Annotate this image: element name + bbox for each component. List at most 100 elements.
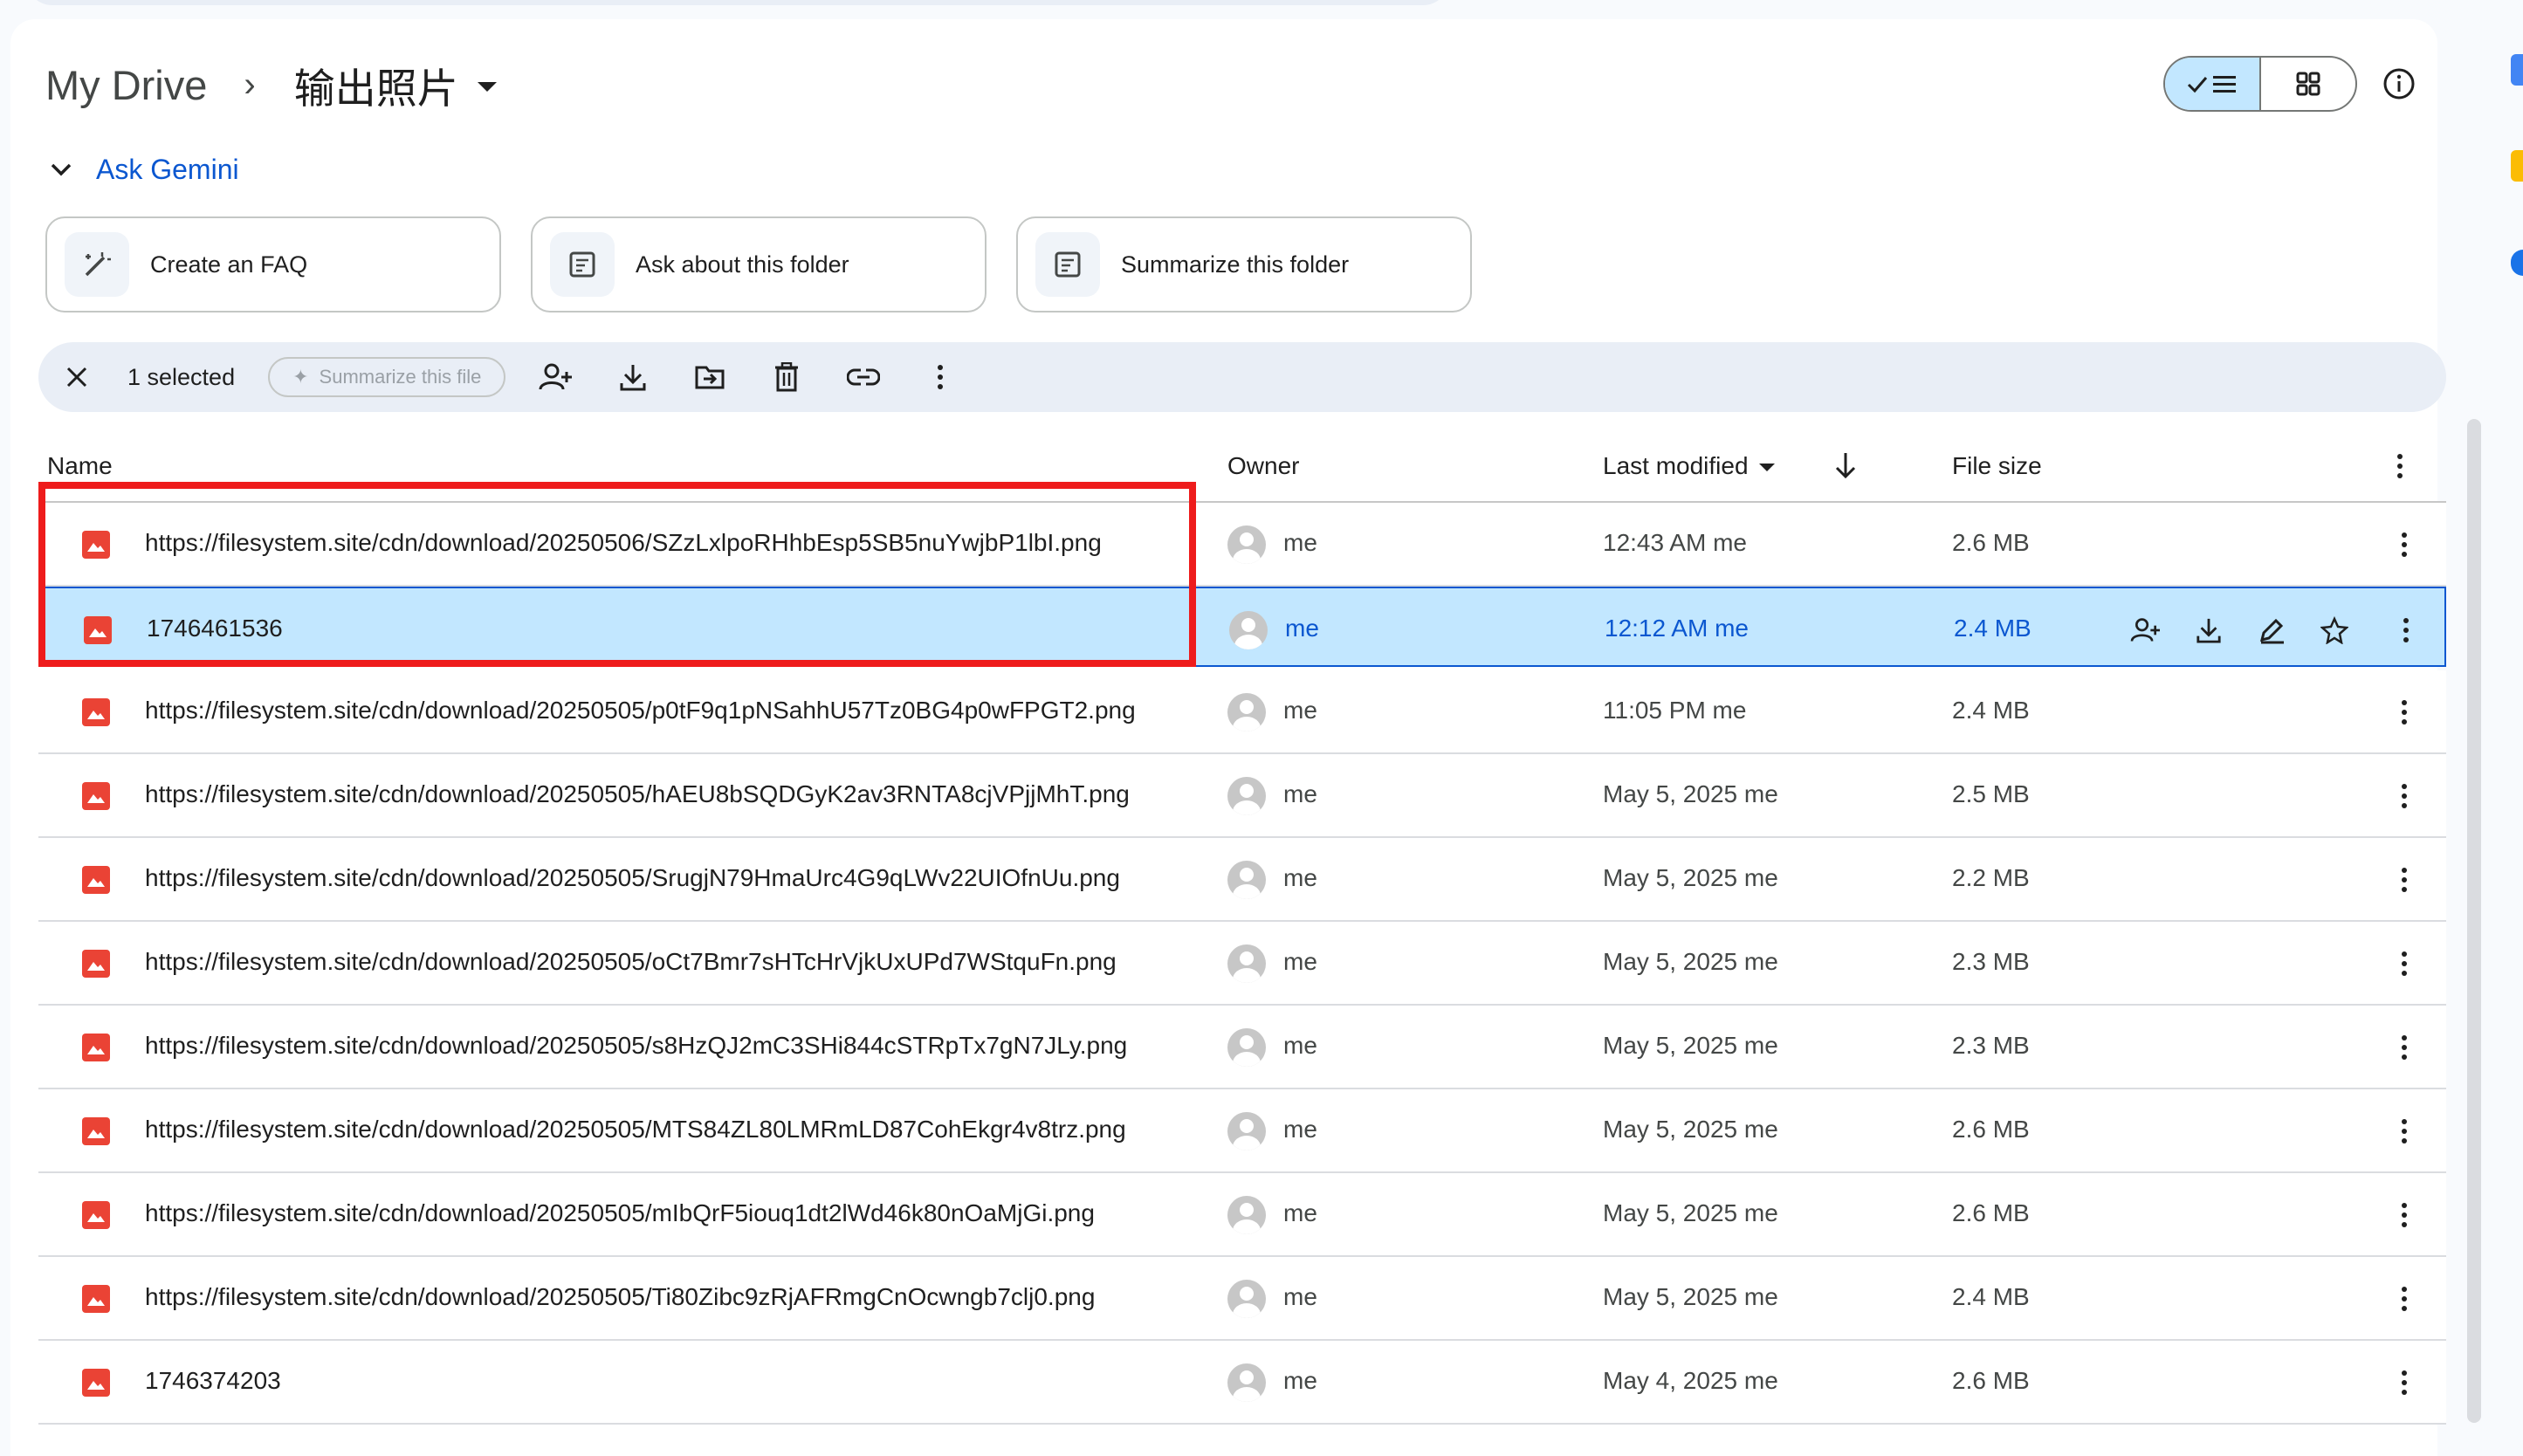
file-owner: me xyxy=(1283,1367,1317,1394)
share-icon xyxy=(539,363,573,390)
column-header-size[interactable]: File size xyxy=(1952,452,2042,480)
table-row[interactable]: https://filesystem.site/cdn/download/202… xyxy=(38,1257,2446,1341)
summarize-file-label: Summarize this file xyxy=(319,366,482,388)
share-icon[interactable] xyxy=(2127,611,2165,649)
file-size: 2.4 MB xyxy=(1952,697,2030,724)
clear-selection-button[interactable] xyxy=(59,360,94,395)
owner-avatar-icon xyxy=(1227,777,1266,815)
copy-link-button[interactable] xyxy=(844,358,883,396)
more-vert-icon xyxy=(938,365,944,389)
create-faq-chip[interactable]: Create an FAQ xyxy=(45,216,501,312)
owner-avatar-icon xyxy=(1227,525,1266,564)
image-file-icon xyxy=(82,1201,110,1229)
breadcrumb-current-folder[interactable]: 输出照片 xyxy=(294,55,458,115)
column-header-modified[interactable]: Last modified xyxy=(1603,452,1775,480)
owner-avatar-icon xyxy=(1227,1028,1266,1067)
list-view-button[interactable] xyxy=(2165,58,2261,110)
more-vert-icon[interactable] xyxy=(2387,527,2422,562)
delete-button[interactable] xyxy=(767,358,806,396)
table-row[interactable]: https://filesystem.site/cdn/download/202… xyxy=(38,754,2446,838)
chevron-down-icon xyxy=(51,163,72,175)
breadcrumb: My Drive › 输出照片 xyxy=(45,56,497,113)
chip-label: Ask about this folder xyxy=(636,251,849,278)
file-name[interactable]: 1746461536 xyxy=(147,615,283,642)
file-name[interactable]: https://filesystem.site/cdn/download/202… xyxy=(145,697,1136,725)
file-size: 2.6 MB xyxy=(1952,529,2030,556)
folder-menu-caret-icon[interactable] xyxy=(477,81,497,92)
ask-gemini-toggle[interactable]: Ask Gemini xyxy=(49,154,239,186)
file-owner: me xyxy=(1285,615,1319,642)
tasks-app-icon[interactable] xyxy=(2511,250,2523,276)
sort-direction-button[interactable] xyxy=(1833,450,1858,484)
file-owner: me xyxy=(1283,948,1317,975)
file-size: 2.5 MB xyxy=(1952,780,2030,807)
star-icon[interactable] xyxy=(2315,611,2354,649)
download-icon[interactable] xyxy=(2190,611,2228,649)
share-button[interactable] xyxy=(537,358,575,396)
more-vert-icon[interactable] xyxy=(2389,613,2423,648)
arrow-down-icon xyxy=(1835,453,1856,479)
table-row[interactable]: https://filesystem.site/cdn/download/202… xyxy=(38,1006,2446,1089)
move-button[interactable] xyxy=(691,358,729,396)
image-file-icon xyxy=(82,1117,110,1145)
chip-label: Summarize this folder xyxy=(1121,251,1350,278)
file-name[interactable]: https://filesystem.site/cdn/download/202… xyxy=(145,1116,1126,1144)
file-list: https://filesystem.site/cdn/download/202… xyxy=(38,503,2446,1425)
breadcrumb-my-drive[interactable]: My Drive xyxy=(45,61,207,109)
table-row[interactable]: https://filesystem.site/cdn/download/202… xyxy=(38,922,2446,1006)
table-row[interactable]: 1746374203 me May 4, 2025 me 2.6 MB xyxy=(38,1341,2446,1425)
more-vert-icon[interactable] xyxy=(2387,946,2422,981)
image-file-icon xyxy=(82,1285,110,1313)
file-name[interactable]: https://filesystem.site/cdn/download/202… xyxy=(145,780,1130,808)
more-vert-icon[interactable] xyxy=(2387,695,2422,730)
file-name[interactable]: https://filesystem.site/cdn/download/202… xyxy=(145,1283,1095,1311)
ask-about-folder-chip[interactable]: Ask about this folder xyxy=(531,216,987,312)
keep-app-icon[interactable] xyxy=(2511,150,2523,182)
selected-count: 1 selected xyxy=(127,363,236,390)
column-header-name[interactable]: Name xyxy=(47,452,113,480)
table-row[interactable]: https://filesystem.site/cdn/download/202… xyxy=(38,670,2446,754)
file-name[interactable]: https://filesystem.site/cdn/download/202… xyxy=(145,1199,1095,1227)
more-vert-icon[interactable] xyxy=(2387,1281,2422,1316)
grid-icon xyxy=(2296,72,2320,96)
info-icon[interactable] xyxy=(2382,66,2416,101)
file-owner: me xyxy=(1283,1199,1317,1226)
file-name[interactable]: https://filesystem.site/cdn/download/202… xyxy=(145,864,1120,892)
owner-avatar-icon xyxy=(1227,861,1266,899)
download-button[interactable] xyxy=(614,358,652,396)
close-icon xyxy=(66,367,87,388)
table-row[interactable]: https://filesystem.site/cdn/download/202… xyxy=(38,1089,2446,1173)
column-options-button[interactable] xyxy=(2396,452,2404,484)
more-vert-icon[interactable] xyxy=(2387,1365,2422,1400)
more-vert-icon[interactable] xyxy=(2387,1030,2422,1065)
calendar-app-icon[interactable] xyxy=(2511,54,2523,86)
file-last-modified: May 5, 2025 me xyxy=(1603,1199,1778,1226)
table-row[interactable]: 1746461536 me 12:12 AM me 2.4 MB xyxy=(38,587,2446,667)
more-vert-icon[interactable] xyxy=(2387,779,2422,814)
file-owner: me xyxy=(1283,529,1317,556)
grid-view-button[interactable] xyxy=(2261,58,2355,110)
more-actions-button[interactable] xyxy=(921,358,959,396)
table-row[interactable]: https://filesystem.site/cdn/download/202… xyxy=(38,838,2446,922)
summarize-file-button[interactable]: ✦ Summarize this file xyxy=(268,357,506,397)
more-vert-icon[interactable] xyxy=(2387,1198,2422,1233)
image-file-icon xyxy=(82,1369,110,1397)
file-name[interactable]: 1746374203 xyxy=(145,1367,281,1395)
table-row[interactable]: https://filesystem.site/cdn/download/202… xyxy=(38,1173,2446,1257)
file-owner: me xyxy=(1283,1032,1317,1059)
file-name[interactable]: https://filesystem.site/cdn/download/202… xyxy=(145,529,1102,557)
check-list-icon xyxy=(2187,76,2236,93)
column-header-modified-label: Last modified xyxy=(1603,452,1749,479)
more-vert-icon[interactable] xyxy=(2387,1114,2422,1149)
table-row[interactable]: https://filesystem.site/cdn/download/202… xyxy=(38,503,2446,587)
row-quick-actions xyxy=(2127,611,2378,649)
breadcrumb-separator: › xyxy=(244,65,256,104)
more-vert-icon[interactable] xyxy=(2387,862,2422,897)
column-header-owner[interactable]: Owner xyxy=(1227,452,1299,480)
file-size: 2.6 MB xyxy=(1952,1116,2030,1143)
scrollbar[interactable] xyxy=(2467,419,2481,1423)
summarize-folder-chip[interactable]: Summarize this folder xyxy=(1016,216,1472,312)
rename-icon[interactable] xyxy=(2252,611,2291,649)
file-name[interactable]: https://filesystem.site/cdn/download/202… xyxy=(145,948,1117,976)
file-name[interactable]: https://filesystem.site/cdn/download/202… xyxy=(145,1032,1127,1060)
